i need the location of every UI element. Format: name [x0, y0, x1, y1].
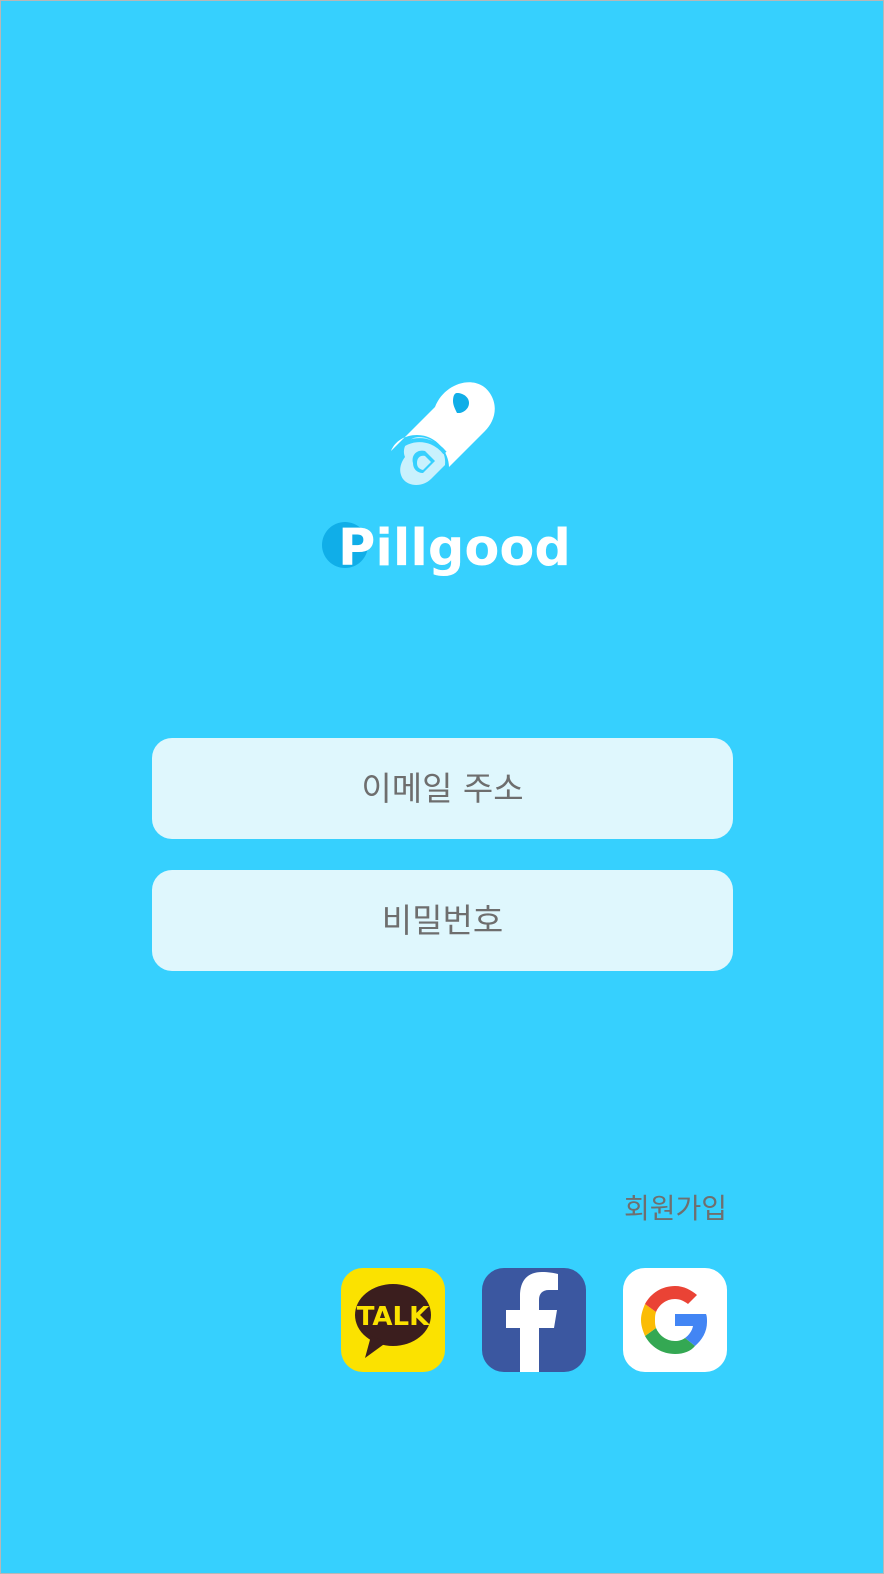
login-screen: Pillgood 회원가입 TALK: [0, 0, 884, 1574]
google-login-button[interactable]: [623, 1268, 727, 1372]
password-field[interactable]: [152, 869, 733, 972]
app-wordmark: Pillgood: [319, 514, 571, 587]
pill-capsule-icon: [391, 382, 495, 485]
email-field[interactable]: [152, 737, 733, 840]
facebook-login-button[interactable]: [482, 1268, 586, 1372]
signup-link[interactable]: 회원가입: [624, 1187, 727, 1227]
wordmark-rest: illgood: [375, 519, 571, 578]
facebook-icon: [506, 1272, 558, 1372]
google-icon: [641, 1286, 707, 1354]
kakao-label: TALK: [357, 1302, 430, 1332]
kakao-login-button[interactable]: TALK: [341, 1268, 445, 1372]
wordmark-initial: P: [338, 519, 376, 578]
password-field-container: [152, 869, 733, 972]
kakaotalk-icon: TALK: [355, 1284, 431, 1358]
email-field-container: [152, 737, 733, 840]
wordmark-text: Pillgood: [338, 514, 571, 584]
